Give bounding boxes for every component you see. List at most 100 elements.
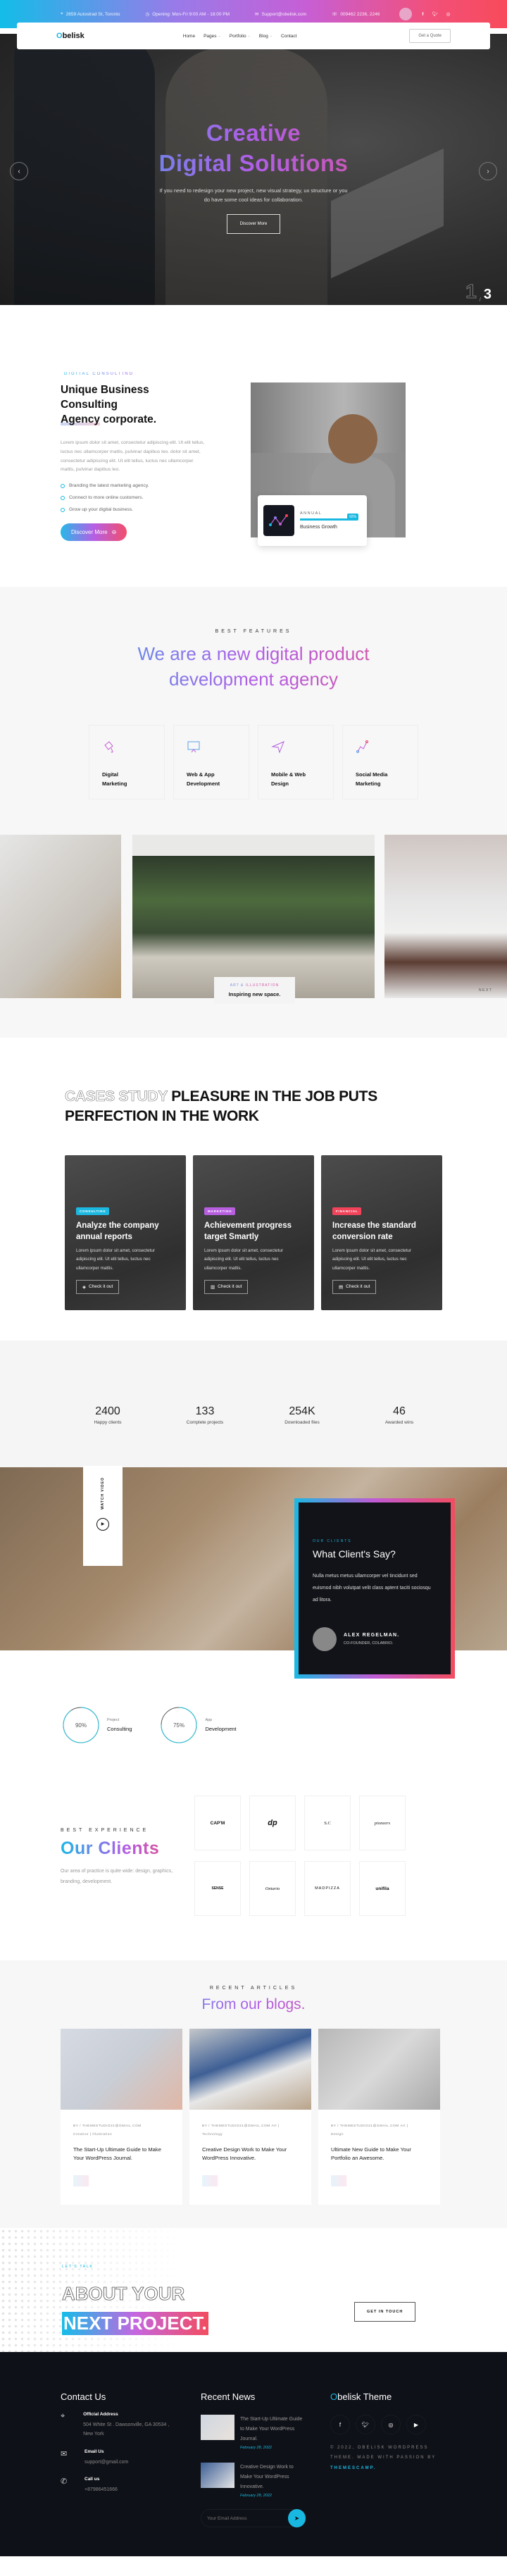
footer-social: f 🐦︎ ◎ ▶ [330,2415,446,2434]
counter-happy-clients: 2400 Happy clients [94,1405,122,1425]
next-link[interactable]: NEXT [479,988,492,993]
circle-check-icon [61,483,65,488]
hero-slider: Creative Digital Solutions If you need t… [0,34,507,305]
blog-post-title[interactable]: The Start-Up Ultimate Guide to Make Your… [73,2146,170,2163]
clients-section: BEST EXPERIENCE Our Clients Our area of … [0,1763,507,1960]
mail-icon: ✉ [255,12,259,17]
site-logo[interactable]: Obelisk [56,32,84,40]
features-section: BEST FEATURES We are a new digital produ… [0,587,507,826]
blog-card[interactable]: BY / THEMESTUDIO21@GMAIL.COM Creative | I… [61,2029,182,2205]
get-quote-button[interactable]: Get a Quote [409,29,451,43]
nav-item-home[interactable]: Home [183,34,195,39]
portfolio-caption[interactable]: ART & ILLUSTRATION Inspiring new space. [214,977,295,1004]
send-button[interactable]: ➤ [288,2509,306,2527]
client-logo[interactable]: MADPIZZA [304,1861,351,1916]
instagram-icon[interactable]: ◎ [381,2415,401,2434]
chevron-left-icon: ‹ [18,167,20,175]
email-info[interactable]: ✉ Support@obelisk.com [255,11,306,18]
portfolio-image-bed-tray[interactable] [384,835,507,998]
blog-image[interactable] [189,2029,311,2110]
news-item[interactable]: Creative Design Work to Make Your WordPr… [201,2463,306,2498]
blog-post-title[interactable]: Creative Design Work to Make Your WordPr… [202,2146,299,2163]
twitter-icon[interactable]: 🐦︎ [432,11,438,17]
instagram-icon[interactable]: ◎ [446,11,451,17]
hero-description: If you need to redesign your new project… [159,187,348,203]
read-more-link[interactable]: READ MORE [331,2175,368,2187]
skill-item: 90% Project Consulting [62,1687,132,1763]
read-more-link[interactable]: READ MORE [73,2175,110,2187]
case-card[interactable]: MARKETING Achievement progress target Sm… [193,1155,314,1310]
news-thumbnail[interactable] [201,2463,234,2488]
get-in-touch-button[interactable]: GET IN TOUCH [354,2302,416,2322]
nav-menu: Home Pages ⌄ Portfolio ⌄ Blog ⌄ Contact [183,34,297,39]
nav-item-pages[interactable]: Pages ⌄ [204,34,221,39]
layers-icon: ◈ [82,1284,86,1290]
hero-title-line2: Digital Solutions [0,149,507,179]
read-more-link[interactable]: READ MORE [202,2175,239,2187]
chevron-down-icon: ⌄ [269,34,273,38]
client-logo[interactable]: CAP'M [194,1796,241,1850]
client-logos-grid: CAP'M dp S.C pioneers SENSE Ontario MADP… [194,1796,406,1918]
newsletter-email-input[interactable] [207,2515,289,2521]
themescamp-link[interactable]: THEMESCAMP. [330,2466,377,2470]
blog-image[interactable] [318,2029,440,2110]
client-logo[interactable]: Ontario [249,1861,296,1916]
check-it-out-button[interactable]: ◈ Check it out [76,1279,120,1294]
prev-slide-button[interactable]: ‹ [10,162,28,180]
facebook-icon[interactable]: f [330,2415,350,2434]
nav-item-blog[interactable]: Blog ⌄ [259,34,273,39]
watch-video-button[interactable]: WATCH VIDEO ▶ [83,1466,123,1566]
feature-card[interactable]: Mobile & Web Design [258,724,334,799]
svg-text:75%: 75% [173,1722,184,1729]
portfolio-image-dried-plants[interactable] [0,835,121,998]
client-logo[interactable]: pioneers [359,1796,406,1850]
discover-more-button[interactable]: Discover More [226,214,281,235]
list-item: Branding the latest marketing agency. [61,483,208,488]
feature-card[interactable]: Social Media Marketing [342,724,418,799]
chevron-right-icon: › [487,167,489,175]
client-logo[interactable]: unifila [359,1861,406,1916]
feature-card[interactable]: Digital Marketing [89,724,165,799]
svg-text:90%: 90% [75,1722,87,1729]
blog-card[interactable]: BY / THEMESTUDIO21@GMAIL.COM Art | Techno… [189,2029,311,2205]
client-logo[interactable]: SENSE [194,1861,241,1916]
consulting-list: Branding the latest marketing agency. Co… [61,483,208,512]
twitter-icon[interactable]: 🐦︎ [356,2415,375,2434]
youtube-icon[interactable]: ▶ [406,2415,426,2434]
skill-item: 75% App Development [160,1687,237,1763]
slide-counter: 1 / 3 [465,280,492,304]
newsletter-form: ➤ [201,2509,306,2527]
counter-awards: 46 Awarded wins [384,1405,414,1425]
check-it-out-button[interactable]: ▤ Check it out [332,1279,377,1294]
cta-highlight-heading: NEXT PROJECT. [62,2312,208,2335]
discover-more-button[interactable]: Discover More ⊖ [61,523,127,542]
address-info: ⌖ 2659 Autostrad St, Toronto [61,11,120,17]
client-logo[interactable]: dp [249,1796,296,1850]
growth-chart-icon [263,505,294,536]
phone-icon: ✆ [61,2477,68,2486]
news-thumbnail[interactable] [201,2415,234,2440]
phone-info[interactable]: ☏ 009462 2236, 2246 [332,11,380,18]
nav-item-portfolio[interactable]: Portfolio ⌄ [230,34,251,39]
portfolio-image-living-room[interactable] [132,835,375,998]
blog-card[interactable]: BY / THEMESTUDIO21@GMAIL.COM Art | Design… [318,2029,440,2205]
document-icon: ▤ [339,1284,344,1290]
check-it-out-button[interactable]: ▥ Check it out [204,1279,249,1294]
feature-card[interactable]: Web & App Development [173,724,249,799]
nav-item-contact[interactable]: Contact [281,34,296,39]
testimonial-quote: Nulla metus metus ullamcorper vel tincid… [313,1574,431,1603]
clients-title: Our Clients [61,1838,187,1859]
circle-check-icon [61,495,65,500]
news-item[interactable]: The Start-Up Ultimate Guide to Make Your… [201,2415,306,2450]
blog-image[interactable] [61,2029,182,2110]
blog-post-title[interactable]: Ultimate New Guide to Make Your Portfoli… [331,2146,427,2163]
next-slide-button[interactable]: › [479,162,497,180]
case-card[interactable]: CONSULTING Analyze the company annual re… [65,1155,186,1310]
portfolio-carousel: ART & ILLUSTRATION Inspiring new space. … [0,826,507,1038]
consulting-section: DIGITAL CONSULTING Unique Business Consu… [0,305,507,587]
client-logo[interactable]: S.C [304,1796,351,1850]
monitor-icon [187,741,200,753]
list-item: Grow up your digital business. [61,507,208,512]
case-card[interactable]: FINANCIAL Increase the standard conversi… [321,1155,442,1310]
facebook-icon[interactable]: f [422,12,423,17]
